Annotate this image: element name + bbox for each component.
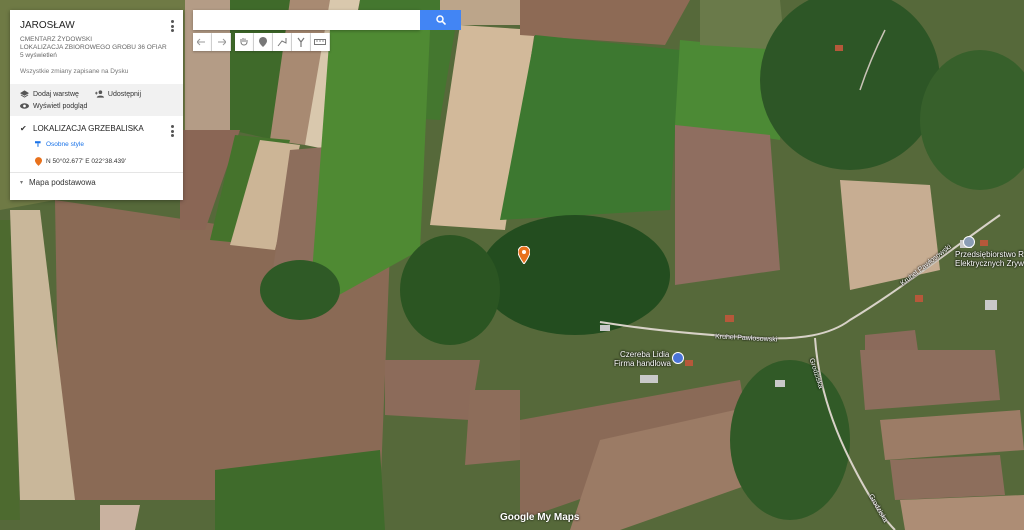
place-label[interactable]: Przedsiębiorstwo R [955,250,1024,259]
hand-icon [240,38,248,46]
marker-icon [259,37,267,47]
eye-icon [20,103,29,109]
shop-icon[interactable] [672,352,684,364]
save-status: Wszystkie zmiany zapisane na Dysku [20,68,129,75]
layers-icon [20,90,29,98]
share-label: Udostępnij [107,90,141,98]
google-my-maps-logo: Google My Maps [500,512,580,523]
preview-button[interactable]: Wyświetl podgląd [20,102,95,110]
map-legend-panel: JAROSŁAW CMENTARZ ŻYDOWSKI LOKALIZACJA Z… [10,10,183,200]
company-icon[interactable] [963,236,975,248]
layer-styles-label: Osobne style [46,140,84,148]
layer-styles-link[interactable]: Osobne style [35,140,173,148]
chevron-down-icon: ▾ [20,180,24,186]
search-icon [435,15,446,25]
redo-button[interactable] [212,33,231,51]
view-count: 5 wyświetleń [20,52,57,59]
add-marker-button[interactable] [254,33,273,51]
ruler-icon [314,39,326,45]
placemark-item[interactable]: N 50°02.677' E 022°38.439' [35,157,173,166]
map-actions: Dodaj warstwę Udostępnij Wyświetl podglą… [10,84,183,116]
directions-icon [297,37,305,47]
undo-icon [197,38,205,46]
select-tool-button[interactable] [235,33,254,51]
placemark-coordinates: N 50°02.677' E 022°38.439' [46,158,126,165]
share-button[interactable]: Udostępnij [94,90,149,98]
place-label[interactable]: Elektrycznych Zryw [955,259,1024,268]
paint-roller-icon [35,141,41,147]
line-icon [277,38,287,47]
map-title[interactable]: JAROSŁAW [20,20,173,31]
draw-line-button[interactable] [273,33,292,51]
search-button[interactable] [420,10,461,30]
undo-button[interactable] [193,33,212,51]
location-marker-icon[interactable] [518,246,530,264]
measure-button[interactable] [311,33,330,51]
search-input[interactable] [193,10,420,30]
redo-icon [218,38,226,46]
map-options-icon[interactable] [171,20,175,32]
map-toolbar [193,33,330,51]
directions-button[interactable] [292,33,311,51]
add-person-icon [94,90,104,98]
add-layer-button[interactable]: Dodaj warstwę [20,90,87,98]
add-layer-label: Dodaj warstwę [33,90,79,98]
layer-name[interactable]: LOKALIZACJA GRZEBALISKA [33,124,144,133]
map-description-line2: LOKALIZACJA ZBIOROWEGO GROBU 36 OFIAR [20,44,167,51]
base-map-label: Mapa podstawowa [29,178,96,187]
base-map-toggle[interactable]: ▾ Mapa podstawowa [10,173,183,192]
preview-label: Wyświetl podgląd [33,102,88,110]
place-label[interactable]: Firma handlowa [614,359,671,368]
map-info-section: JAROSŁAW CMENTARZ ŻYDOWSKI LOKALIZACJA Z… [10,10,183,84]
layer-section: ✔ LOKALIZACJA GRZEBALISKA Osobne style N… [10,116,183,173]
place-label[interactable]: Czereba Lidia [620,350,669,359]
layer-visibility-checkbox[interactable]: ✔ [20,124,28,133]
marker-icon [35,157,42,166]
map-description-line1: CMENTARZ ŻYDOWSKI [20,36,93,43]
layer-options-icon[interactable] [171,125,175,137]
